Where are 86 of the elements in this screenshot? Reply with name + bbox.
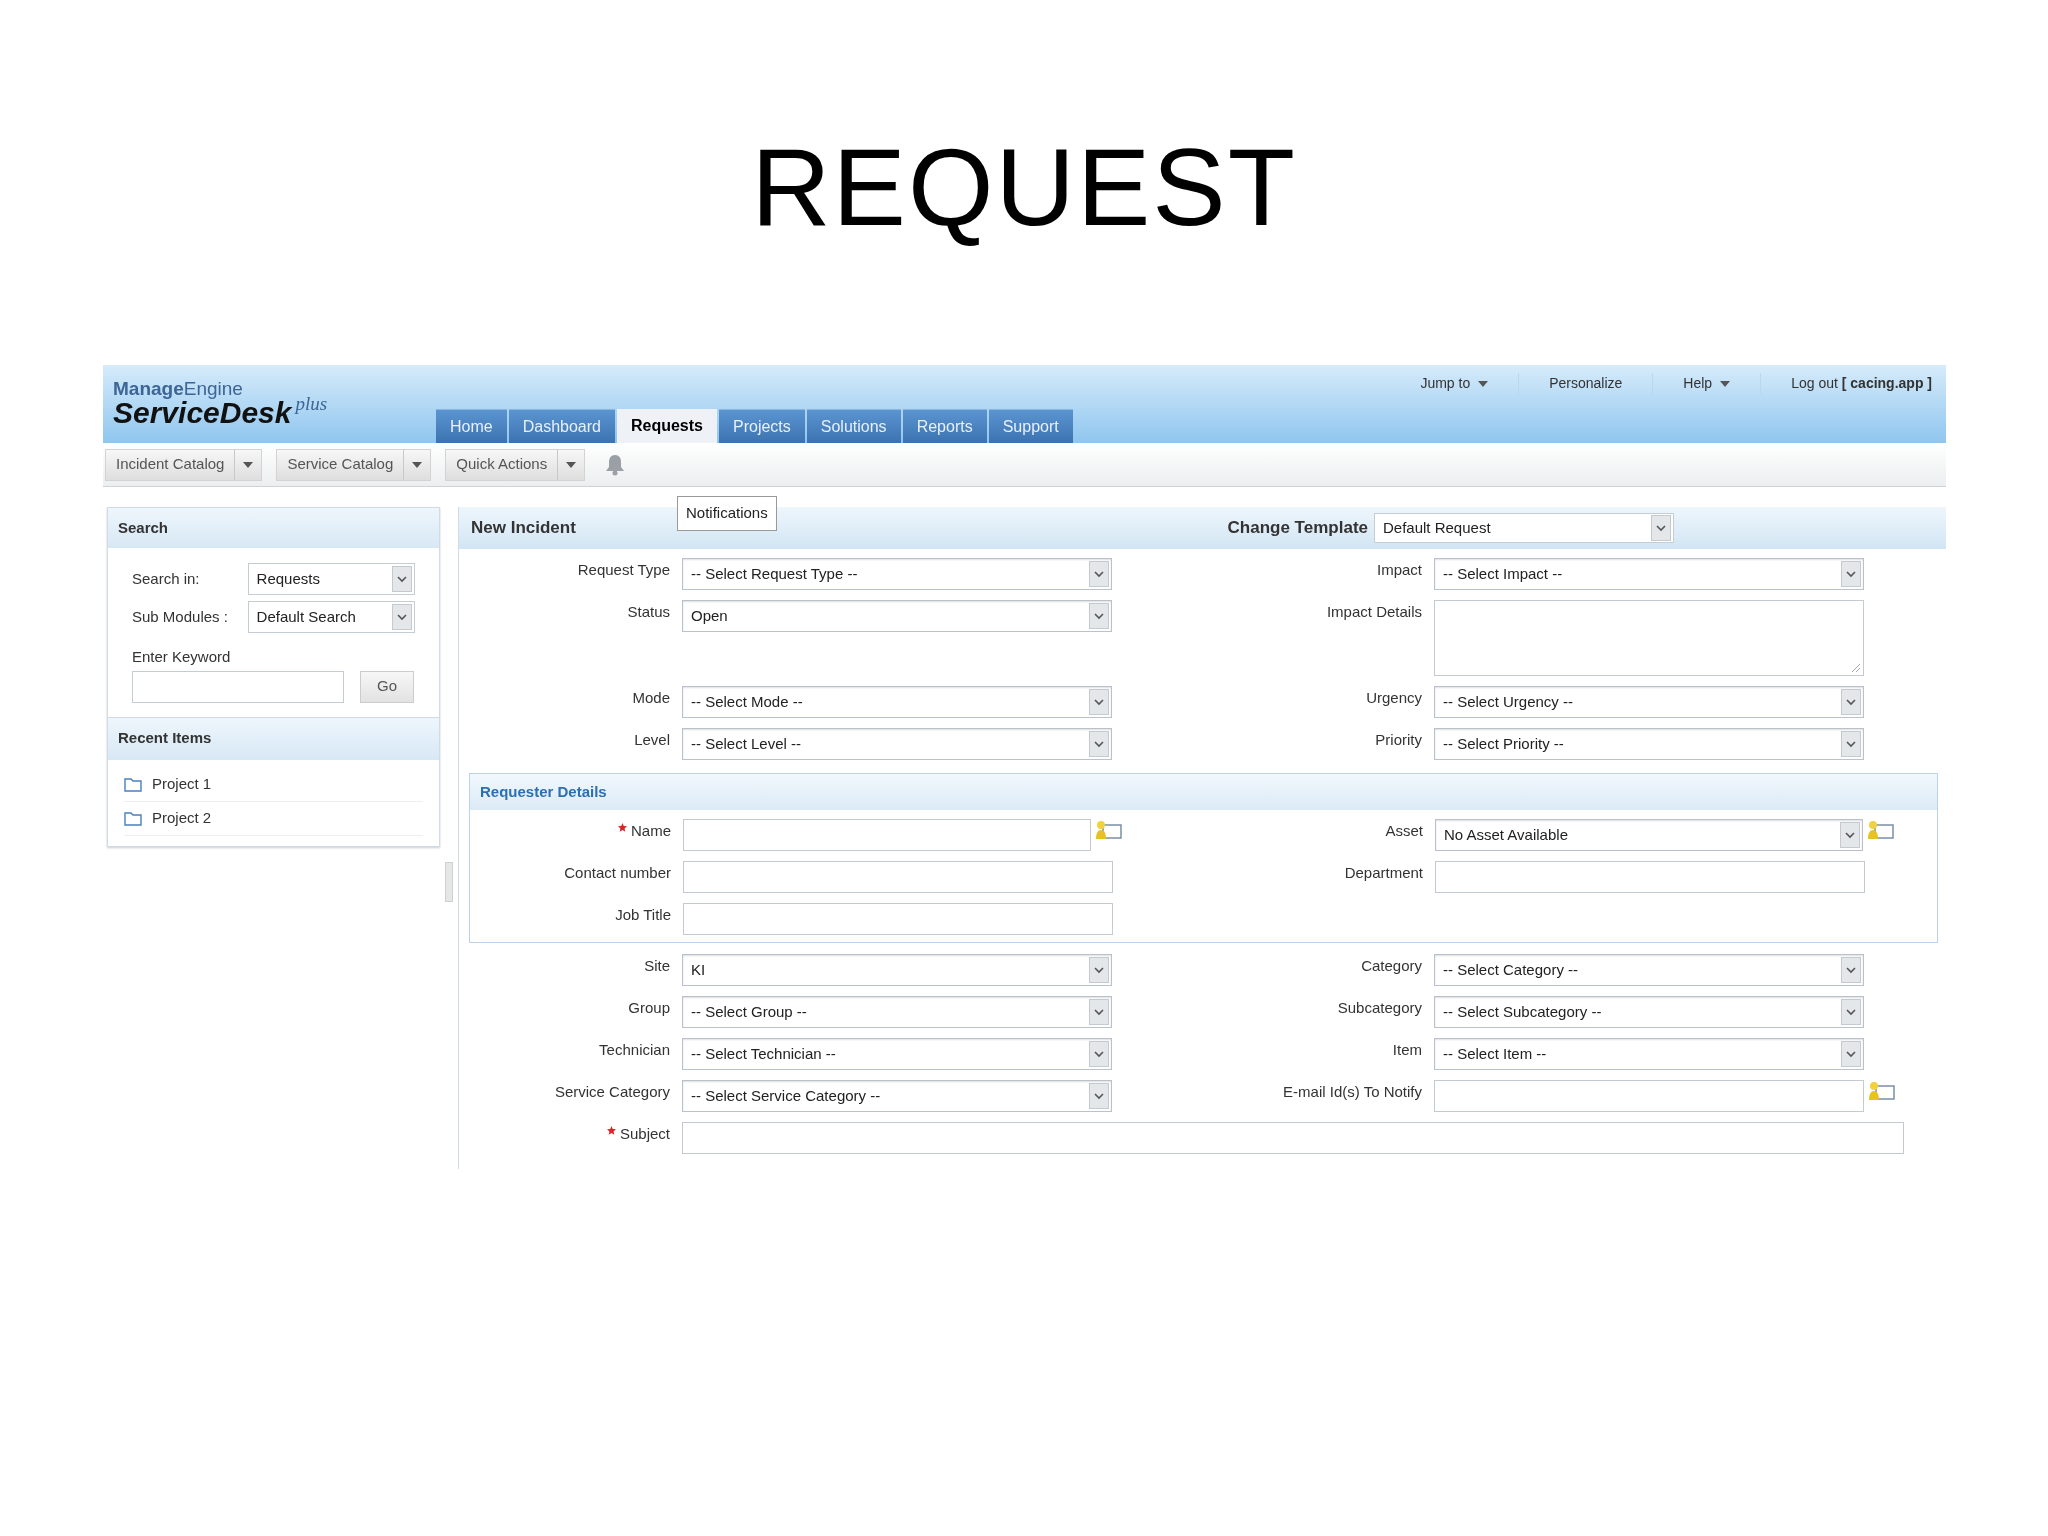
text-field[interactable] <box>1435 861 1865 893</box>
field-label: Level <box>634 730 670 750</box>
select-field[interactable]: Default Request <box>1374 513 1674 543</box>
caret-icon <box>566 461 577 468</box>
header-link[interactable]: Log out [ cacing.app ] <box>1791 373 1932 394</box>
field-label: Sub Modules : <box>132 606 229 627</box>
field-label: Impact Details <box>1326 602 1422 622</box>
field-label: Priority <box>1375 730 1422 750</box>
resize-grip-icon[interactable] <box>1851 663 1861 673</box>
form-title: New Incident <box>471 517 576 540</box>
field-label: Change Template <box>1227 517 1368 540</box>
field-label: Contact number <box>564 863 671 883</box>
field-label: Job Title <box>615 905 671 925</box>
menu-button[interactable]: Service Catalog <box>276 448 432 481</box>
nav-tab[interactable]: Reports <box>902 409 987 443</box>
go-button[interactable]: Go <box>360 670 414 703</box>
caret-icon[interactable] <box>1720 380 1731 387</box>
field-label: E-mail Id(s) To Notify <box>1283 1082 1422 1102</box>
select-field[interactable]: -- Select Level -- <box>682 728 1112 760</box>
field-label: Impact <box>1377 560 1422 580</box>
menu-button[interactable]: Quick Actions <box>445 448 586 481</box>
select-field[interactable]: KI <box>682 954 1112 986</box>
select-field[interactable]: -- Select Item -- <box>1434 1038 1864 1070</box>
folder-icon <box>124 810 142 826</box>
person-card-icon[interactable] <box>1868 1080 1896 1102</box>
caret-icon[interactable] <box>1478 380 1489 387</box>
field-label: Item <box>1392 1040 1422 1060</box>
nav-tab[interactable]: Requests <box>616 409 717 443</box>
caret-icon <box>412 461 423 468</box>
nav-tab[interactable]: Support <box>988 409 1073 443</box>
header-link[interactable]: Jump to <box>1420 373 1471 394</box>
field-label: Group <box>628 998 670 1018</box>
field-label: Asset <box>1385 821 1423 841</box>
field-label: Department <box>1344 863 1423 883</box>
select-field[interactable]: -- Select Request Type -- <box>682 558 1112 590</box>
field-label: Enter Keyword <box>132 647 232 667</box>
select-field[interactable]: No Asset Available <box>1435 819 1863 851</box>
text-area[interactable] <box>1434 600 1864 676</box>
field-label: Site <box>644 956 670 976</box>
select-field[interactable]: Default Search <box>247 601 415 633</box>
field-label: Category <box>1361 956 1422 976</box>
field-label: Urgency <box>1366 688 1422 708</box>
person-card-icon[interactable] <box>1867 819 1895 841</box>
field-label: Mode <box>632 688 670 708</box>
select-field[interactable]: -- Select Group -- <box>682 996 1112 1028</box>
nav-tab[interactable]: Solutions <box>806 409 901 443</box>
section-header: Requester Details <box>470 774 1937 810</box>
menu-button[interactable]: Incident Catalog <box>105 448 263 481</box>
text-field[interactable] <box>682 1122 1904 1154</box>
nav-tab[interactable]: Dashboard <box>508 409 615 443</box>
field-label: Request Type <box>577 560 670 580</box>
select-field[interactable]: -- Select Category -- <box>1434 954 1864 986</box>
text-field[interactable] <box>683 903 1113 935</box>
bell-icon[interactable] <box>605 453 626 476</box>
field-label: Subcategory <box>1337 998 1422 1018</box>
keyword-field[interactable] <box>132 670 344 703</box>
text-field[interactable] <box>683 819 1091 851</box>
notifications-tooltip: Notifications <box>677 496 777 531</box>
panel-header: Recent Items <box>108 717 439 760</box>
recent-item-link[interactable]: Project 2 <box>152 806 212 830</box>
select-field[interactable]: -- Select Service Category -- <box>682 1080 1112 1112</box>
nav-tab[interactable]: Projects <box>719 409 805 443</box>
text-field[interactable] <box>1434 1080 1864 1112</box>
select-field[interactable]: -- Select Priority -- <box>1434 728 1864 760</box>
panel-header: Search <box>108 508 439 548</box>
field-label: Name <box>631 821 671 841</box>
recent-item-link[interactable]: Project 1 <box>152 772 212 796</box>
select-field[interactable]: Open <box>682 600 1112 632</box>
select-field[interactable]: -- Select Subcategory -- <box>1434 996 1864 1028</box>
select-field[interactable]: Requests <box>247 563 415 595</box>
field-label: Status <box>627 602 670 622</box>
field-label: Search in: <box>132 568 201 589</box>
select-field[interactable]: -- Select Mode -- <box>682 686 1112 718</box>
text-field[interactable] <box>683 861 1113 893</box>
field-label: Service Category <box>554 1082 670 1102</box>
select-field[interactable]: -- Select Impact -- <box>1434 558 1864 590</box>
select-field[interactable]: -- Select Technician -- <box>682 1038 1112 1070</box>
header-link[interactable]: Personalize <box>1549 373 1623 394</box>
caret-icon <box>243 461 254 468</box>
person-card-icon[interactable] <box>1095 819 1123 841</box>
header-link[interactable]: Help <box>1683 373 1713 394</box>
folder-icon <box>124 776 142 792</box>
field-label: Subject <box>619 1124 670 1144</box>
splitter-handle[interactable] <box>445 862 453 902</box>
field-label: Technician <box>599 1040 670 1060</box>
select-field[interactable]: -- Select Urgency -- <box>1434 686 1864 718</box>
